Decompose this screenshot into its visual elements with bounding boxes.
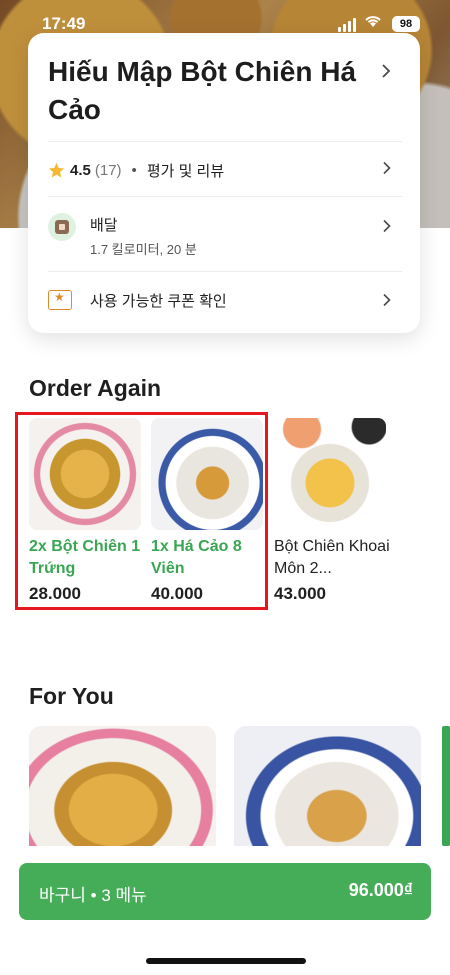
separator-dot: •	[131, 162, 137, 179]
order-again-title: Order Again	[29, 375, 162, 401]
delivery-info: 1.7 킬로미터, 20 분	[90, 242, 197, 257]
divider	[48, 271, 402, 272]
divider	[48, 196, 402, 197]
cart-total: 96.000₫	[348, 880, 413, 900]
for-you-item-image[interactable]	[29, 726, 216, 846]
order-again-item-image[interactable]	[274, 418, 386, 530]
order-again-item-name[interactable]: Bột Chiên Khoai Môn 2...	[274, 536, 392, 580]
rating-count: (17)	[94, 162, 122, 179]
store-info-card: Hiếu Mập Bột Chiên Há Cảo 4.5 (17) • 평가 …	[28, 33, 420, 333]
chevron-right-icon[interactable]	[382, 161, 392, 175]
wifi-icon	[364, 14, 382, 33]
delivery-icon	[48, 213, 76, 241]
reviews-label: 평가 및 리뷰	[146, 163, 225, 180]
coupon-icon	[48, 290, 72, 310]
chevron-right-icon[interactable]	[382, 219, 392, 233]
star-icon	[48, 162, 65, 178]
home-indicator	[146, 958, 306, 964]
coupon-label[interactable]: 사용 가능한 쿠폰 확인	[90, 290, 227, 311]
order-again-item-price: 43.000	[274, 584, 326, 603]
cart-label: 바구니 • 3 메뉴	[39, 886, 147, 905]
chevron-right-icon[interactable]	[382, 293, 392, 307]
delivery-label[interactable]: 배달	[90, 214, 118, 235]
rating-row[interactable]: 4.5 (17) • 평가 및 리뷰	[48, 160, 224, 181]
status-bar: 17:49 98	[0, 0, 450, 48]
for-you-item-image[interactable]	[234, 726, 421, 846]
cart-button[interactable]: 바구니 • 3 메뉴 96.000₫	[19, 863, 431, 920]
divider	[48, 141, 402, 142]
selection-highlight	[15, 412, 268, 610]
signal-icon	[338, 18, 356, 32]
chevron-right-icon[interactable]	[380, 63, 392, 79]
status-time: 17:49	[42, 14, 86, 33]
store-name[interactable]: Hiếu Mập Bột Chiên Há Cảo	[48, 53, 368, 129]
battery-icon: 98	[392, 16, 420, 32]
for-you-item-image[interactable]	[442, 726, 450, 846]
for-you-title: For You	[29, 683, 114, 709]
rating-value: 4.5	[70, 162, 91, 179]
